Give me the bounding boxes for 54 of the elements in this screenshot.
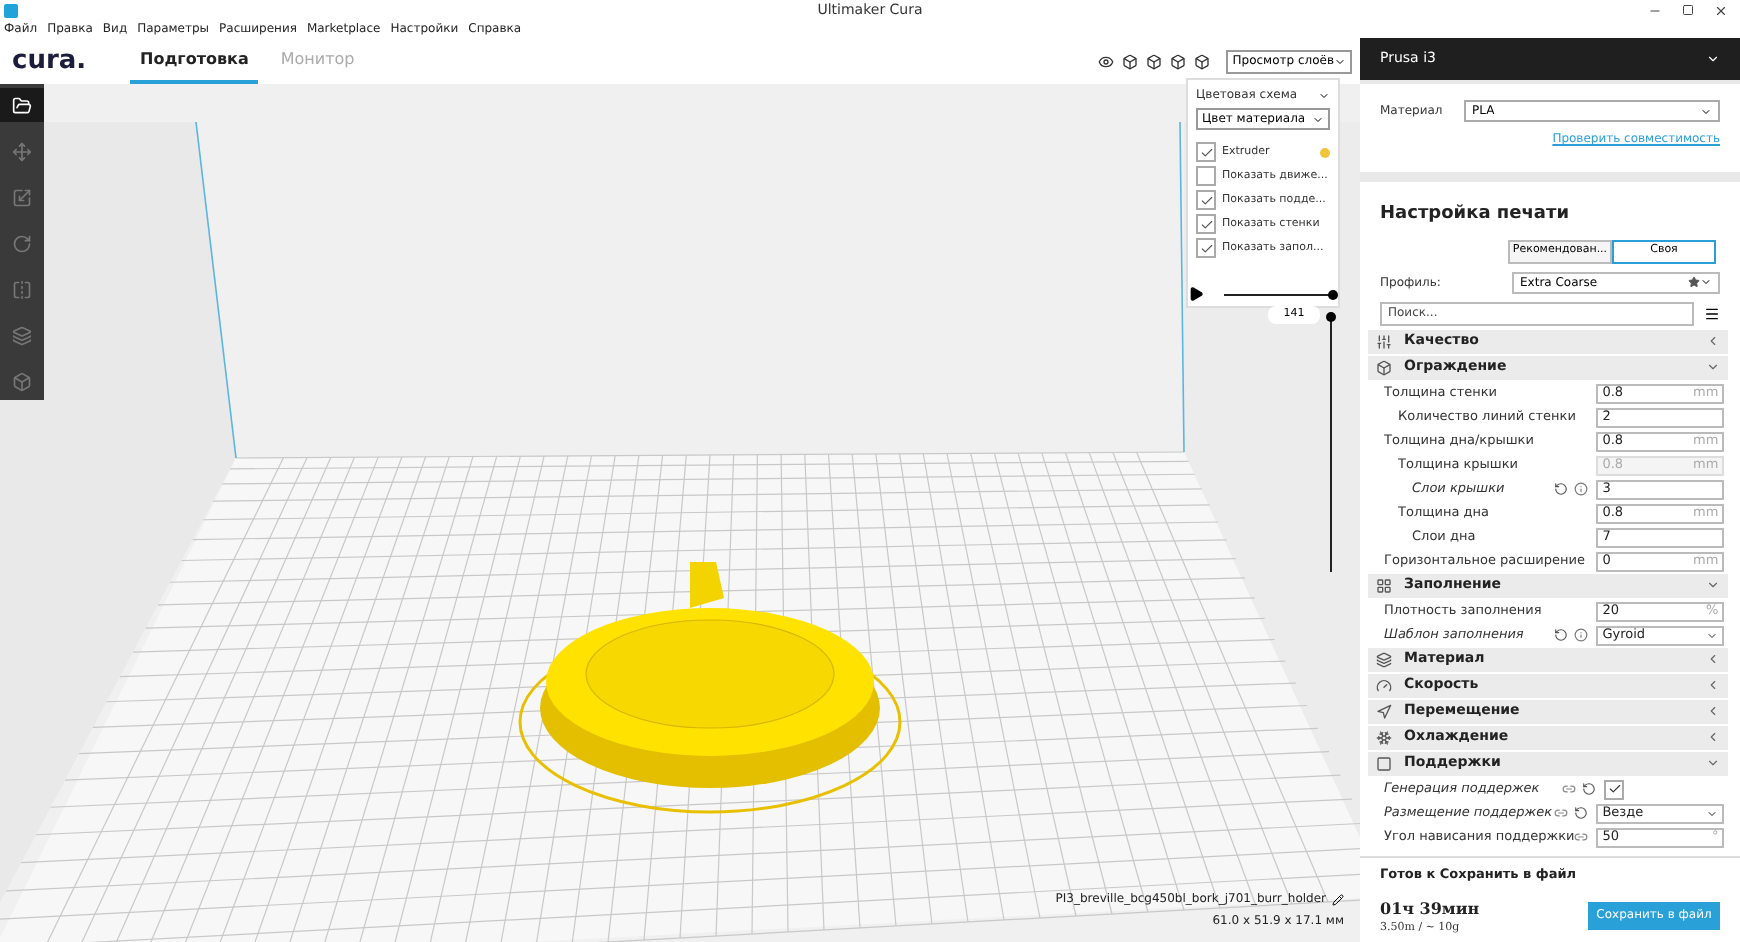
play-icon[interactable] <box>1188 286 1204 302</box>
close-icon[interactable] <box>1714 3 1728 17</box>
star-icon[interactable] <box>1688 276 1700 288</box>
edit-icon[interactable] <box>1332 893 1344 905</box>
chevron-down-icon <box>1706 629 1719 641</box>
link-icon[interactable] <box>1554 806 1569 820</box>
view-icon[interactable] <box>1194 53 1211 69</box>
chevron-down-icon <box>1706 807 1719 819</box>
tool-icon <box>12 95 32 116</box>
check-icon <box>1199 145 1213 159</box>
layer-checkbox[interactable] <box>1196 238 1216 258</box>
view-icon[interactable] <box>1170 53 1187 69</box>
header-tab[interactable]: Подготовка <box>130 38 259 84</box>
layer-slider-thumb[interactable] <box>1328 290 1338 300</box>
tool-icon <box>12 141 32 162</box>
print-setup-title: Настройка печати <box>1378 202 1571 228</box>
maximize-icon[interactable] <box>1682 3 1694 15</box>
reset-icon[interactable] <box>1582 782 1597 796</box>
chevron-down-icon <box>1700 276 1712 288</box>
app-icon <box>4 3 18 17</box>
category-icon <box>1376 729 1392 745</box>
tool-icon <box>12 326 32 347</box>
category-icon <box>1376 677 1392 693</box>
tool-button[interactable] <box>0 88 44 123</box>
chevron-down-icon <box>1700 105 1712 117</box>
layer-checkbox[interactable] <box>1196 166 1216 186</box>
check-icon <box>1607 782 1622 796</box>
link-icon[interactable] <box>1562 782 1577 796</box>
category-icon <box>1376 333 1392 349</box>
layer-checkbox[interactable] <box>1196 190 1216 210</box>
view-icon[interactable] <box>1146 53 1163 69</box>
category-icon <box>1376 703 1392 719</box>
reset-icon[interactable] <box>1574 806 1589 820</box>
chevron-down-icon <box>1334 55 1346 67</box>
category-icon <box>1376 651 1392 667</box>
layer-checkbox[interactable] <box>1196 142 1216 162</box>
category-icon <box>1376 359 1392 375</box>
category-icon <box>1376 577 1392 593</box>
tool-icon <box>12 280 32 301</box>
menu-icon[interactable] <box>1704 305 1720 321</box>
link-icon[interactable] <box>1574 830 1589 844</box>
print-time: 01ч 39мин <box>1380 895 1482 920</box>
tool-icon <box>12 372 32 393</box>
setting-checkbox[interactable] <box>1604 779 1625 799</box>
tool-icon <box>12 187 32 208</box>
layer-slider-thumb[interactable] <box>1326 312 1336 322</box>
chevron-down-icon <box>1706 52 1720 66</box>
view-icon[interactable] <box>1122 53 1139 69</box>
cura-logo: cura. <box>12 43 89 80</box>
view-icon[interactable] <box>1098 53 1115 69</box>
category-icon <box>1376 755 1392 771</box>
layer-checkbox[interactable] <box>1196 214 1216 234</box>
reset-icon[interactable] <box>1554 628 1569 642</box>
tool-icon <box>12 233 32 254</box>
